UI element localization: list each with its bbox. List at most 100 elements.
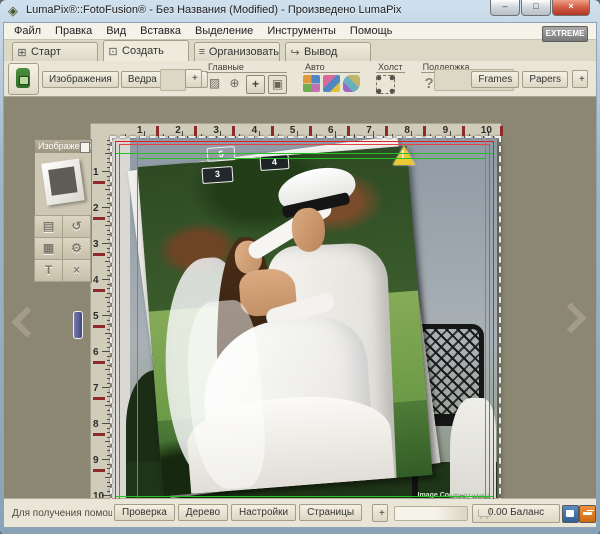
ruler-guide-mark	[93, 181, 105, 184]
menu-item-4[interactable]: Выделение	[195, 25, 253, 37]
ruler-tick	[107, 198, 110, 199]
window-title: LumaPix®::FotoFusion® - Без Названия (Mo…	[26, 4, 401, 16]
ruler-tick	[105, 333, 110, 334]
tab-1[interactable]: ⊡Создать	[103, 40, 189, 61]
ruler-tick	[107, 383, 110, 384]
canvas-page[interactable]: Image Courtesy www. 5 4 3	[112, 138, 497, 499]
toolbar-recess-left	[160, 69, 186, 91]
tab-2[interactable]: ≡Организовать	[194, 42, 280, 61]
ruler-tick	[107, 194, 110, 195]
auto-spread-icon[interactable]	[343, 75, 360, 92]
ruler-tick	[107, 455, 110, 456]
maximize-button[interactable]: □	[521, 0, 551, 16]
photo-badge-3[interactable]: 3	[201, 166, 233, 184]
next-page-arrow-icon[interactable]	[555, 302, 586, 333]
menu-item-6[interactable]: Помощь	[350, 25, 393, 37]
ruler-tick	[107, 401, 110, 402]
ruler-guide-mark	[93, 469, 105, 472]
menu-item-1[interactable]: Правка	[55, 25, 92, 37]
dpi-tag-button[interactable]	[8, 63, 39, 95]
ruler-number-h-2: 2	[175, 125, 181, 136]
toolbar-button-1[interactable]: Ведра	[121, 71, 164, 88]
toolbar-right-button-0[interactable]: Frames	[471, 71, 519, 88]
ruler-number-v-6: 6	[93, 347, 99, 358]
layout-tool[interactable]	[34, 237, 63, 260]
ruler-tick	[102, 207, 110, 208]
ruler-guide-mark	[347, 126, 350, 136]
ruler-number-h-9: 9	[443, 125, 449, 136]
ruler-tick	[102, 351, 110, 352]
images-panel-title[interactable]: Изображения	[35, 140, 91, 153]
status-button-1[interactable]: Дерево	[178, 504, 228, 521]
ruler-number-v-4: 4	[93, 275, 99, 286]
menu-item-5[interactable]: Инструменты	[267, 25, 336, 37]
publish-button[interactable]	[579, 505, 596, 523]
ruler-tick	[107, 284, 110, 285]
app-window: ◈ LumaPix®::FotoFusion® - Без Названия (…	[0, 0, 600, 534]
ruler-tick	[107, 140, 110, 141]
ruler-tick	[107, 414, 110, 415]
ruler-vertical[interactable]: 12345678910	[90, 138, 110, 499]
tab-0[interactable]: ⊞Старт	[12, 42, 98, 61]
photo-watermark: Image Courtesy www.	[312, 492, 490, 499]
toolbar-right-button-1[interactable]: Papers	[522, 71, 568, 88]
prev-page-arrow-icon[interactable]	[11, 306, 42, 337]
toolbar-add-button[interactable]: +	[185, 69, 202, 88]
feedback-button[interactable]	[562, 505, 579, 523]
image-frame-icon[interactable]	[268, 75, 287, 94]
toolbar: ИзображенияВедраПоиск + ГлавныеАвтоХолст…	[4, 61, 596, 97]
title-bar[interactable]: ◈ LumaPix®::FotoFusion® - Без Названия (…	[0, 0, 600, 22]
minimize-button[interactable]: –	[490, 0, 520, 16]
photo-badge-5[interactable]: 5	[207, 146, 236, 162]
close-button[interactable]: ×	[552, 0, 590, 16]
tab-3[interactable]: ↪Вывод	[285, 42, 371, 61]
toolbar-right-add-button[interactable]: +	[572, 70, 588, 88]
add-button-icon[interactable]	[246, 75, 265, 94]
ruler-tick	[107, 446, 110, 447]
menu-item-0[interactable]: Файл	[14, 25, 41, 37]
status-button-0[interactable]: Проверка	[114, 504, 175, 521]
collage-icon[interactable]	[206, 75, 223, 92]
ruler-tick	[107, 468, 110, 469]
status-button-3[interactable]: Страницы	[299, 504, 362, 521]
auto-shuffle-icon[interactable]	[323, 75, 340, 92]
status-button-2[interactable]: Настройки	[231, 504, 296, 521]
ruler-tick	[102, 459, 110, 460]
warning-triangle-icon[interactable]	[393, 146, 415, 165]
ruler-tick	[105, 153, 110, 154]
auto-collage-icon[interactable]	[303, 75, 320, 92]
slide-preview[interactable]	[35, 153, 91, 216]
text-tool[interactable]	[34, 259, 63, 282]
ruler-tick	[107, 473, 110, 474]
wedding-photo-layer[interactable]	[137, 146, 432, 496]
panel-slider-handle[interactable]	[73, 311, 83, 339]
slide-photo-area	[48, 166, 77, 195]
ruler-number-v-3: 3	[93, 239, 99, 250]
wrench-tool[interactable]	[62, 237, 91, 260]
undo-tool[interactable]	[62, 215, 91, 238]
ruler-tick	[107, 306, 110, 307]
menu-item-2[interactable]: Вид	[106, 25, 126, 37]
ruler-tick	[102, 423, 110, 424]
cut-tool[interactable]	[62, 259, 91, 282]
status-add-button[interactable]: +	[372, 504, 388, 522]
menu-item-3[interactable]: Вставка	[140, 25, 181, 37]
toolbar-group-label-0: Главные	[206, 61, 287, 73]
ruler-number-h-6: 6	[328, 125, 334, 136]
add-page-icon[interactable]	[226, 75, 243, 92]
photo-badge-4[interactable]: 4	[260, 154, 290, 171]
balance-button[interactable]: 0.00 Баланс	[472, 504, 560, 523]
ruler-number-v-9: 9	[93, 455, 99, 466]
canvas-select-icon[interactable]	[376, 75, 395, 94]
workspace: 12345678910 12345678910	[4, 97, 596, 499]
zoom-slider[interactable]	[394, 506, 468, 521]
toolbar-button-0[interactable]: Изображения	[42, 71, 119, 88]
print-tool[interactable]	[34, 215, 63, 238]
cart-icon	[478, 509, 491, 517]
ruler-horizontal[interactable]: 12345678910	[109, 123, 501, 139]
toolbar-right-buttons: FramesPapers	[471, 71, 568, 88]
tab-label-2: Организовать	[209, 46, 279, 58]
extreme-button[interactable]: EXTREME	[542, 26, 588, 42]
ruler-tick	[107, 356, 110, 357]
client-area: Файл Правка Вид Вставка Выделение Инструменты…	[3, 22, 597, 528]
